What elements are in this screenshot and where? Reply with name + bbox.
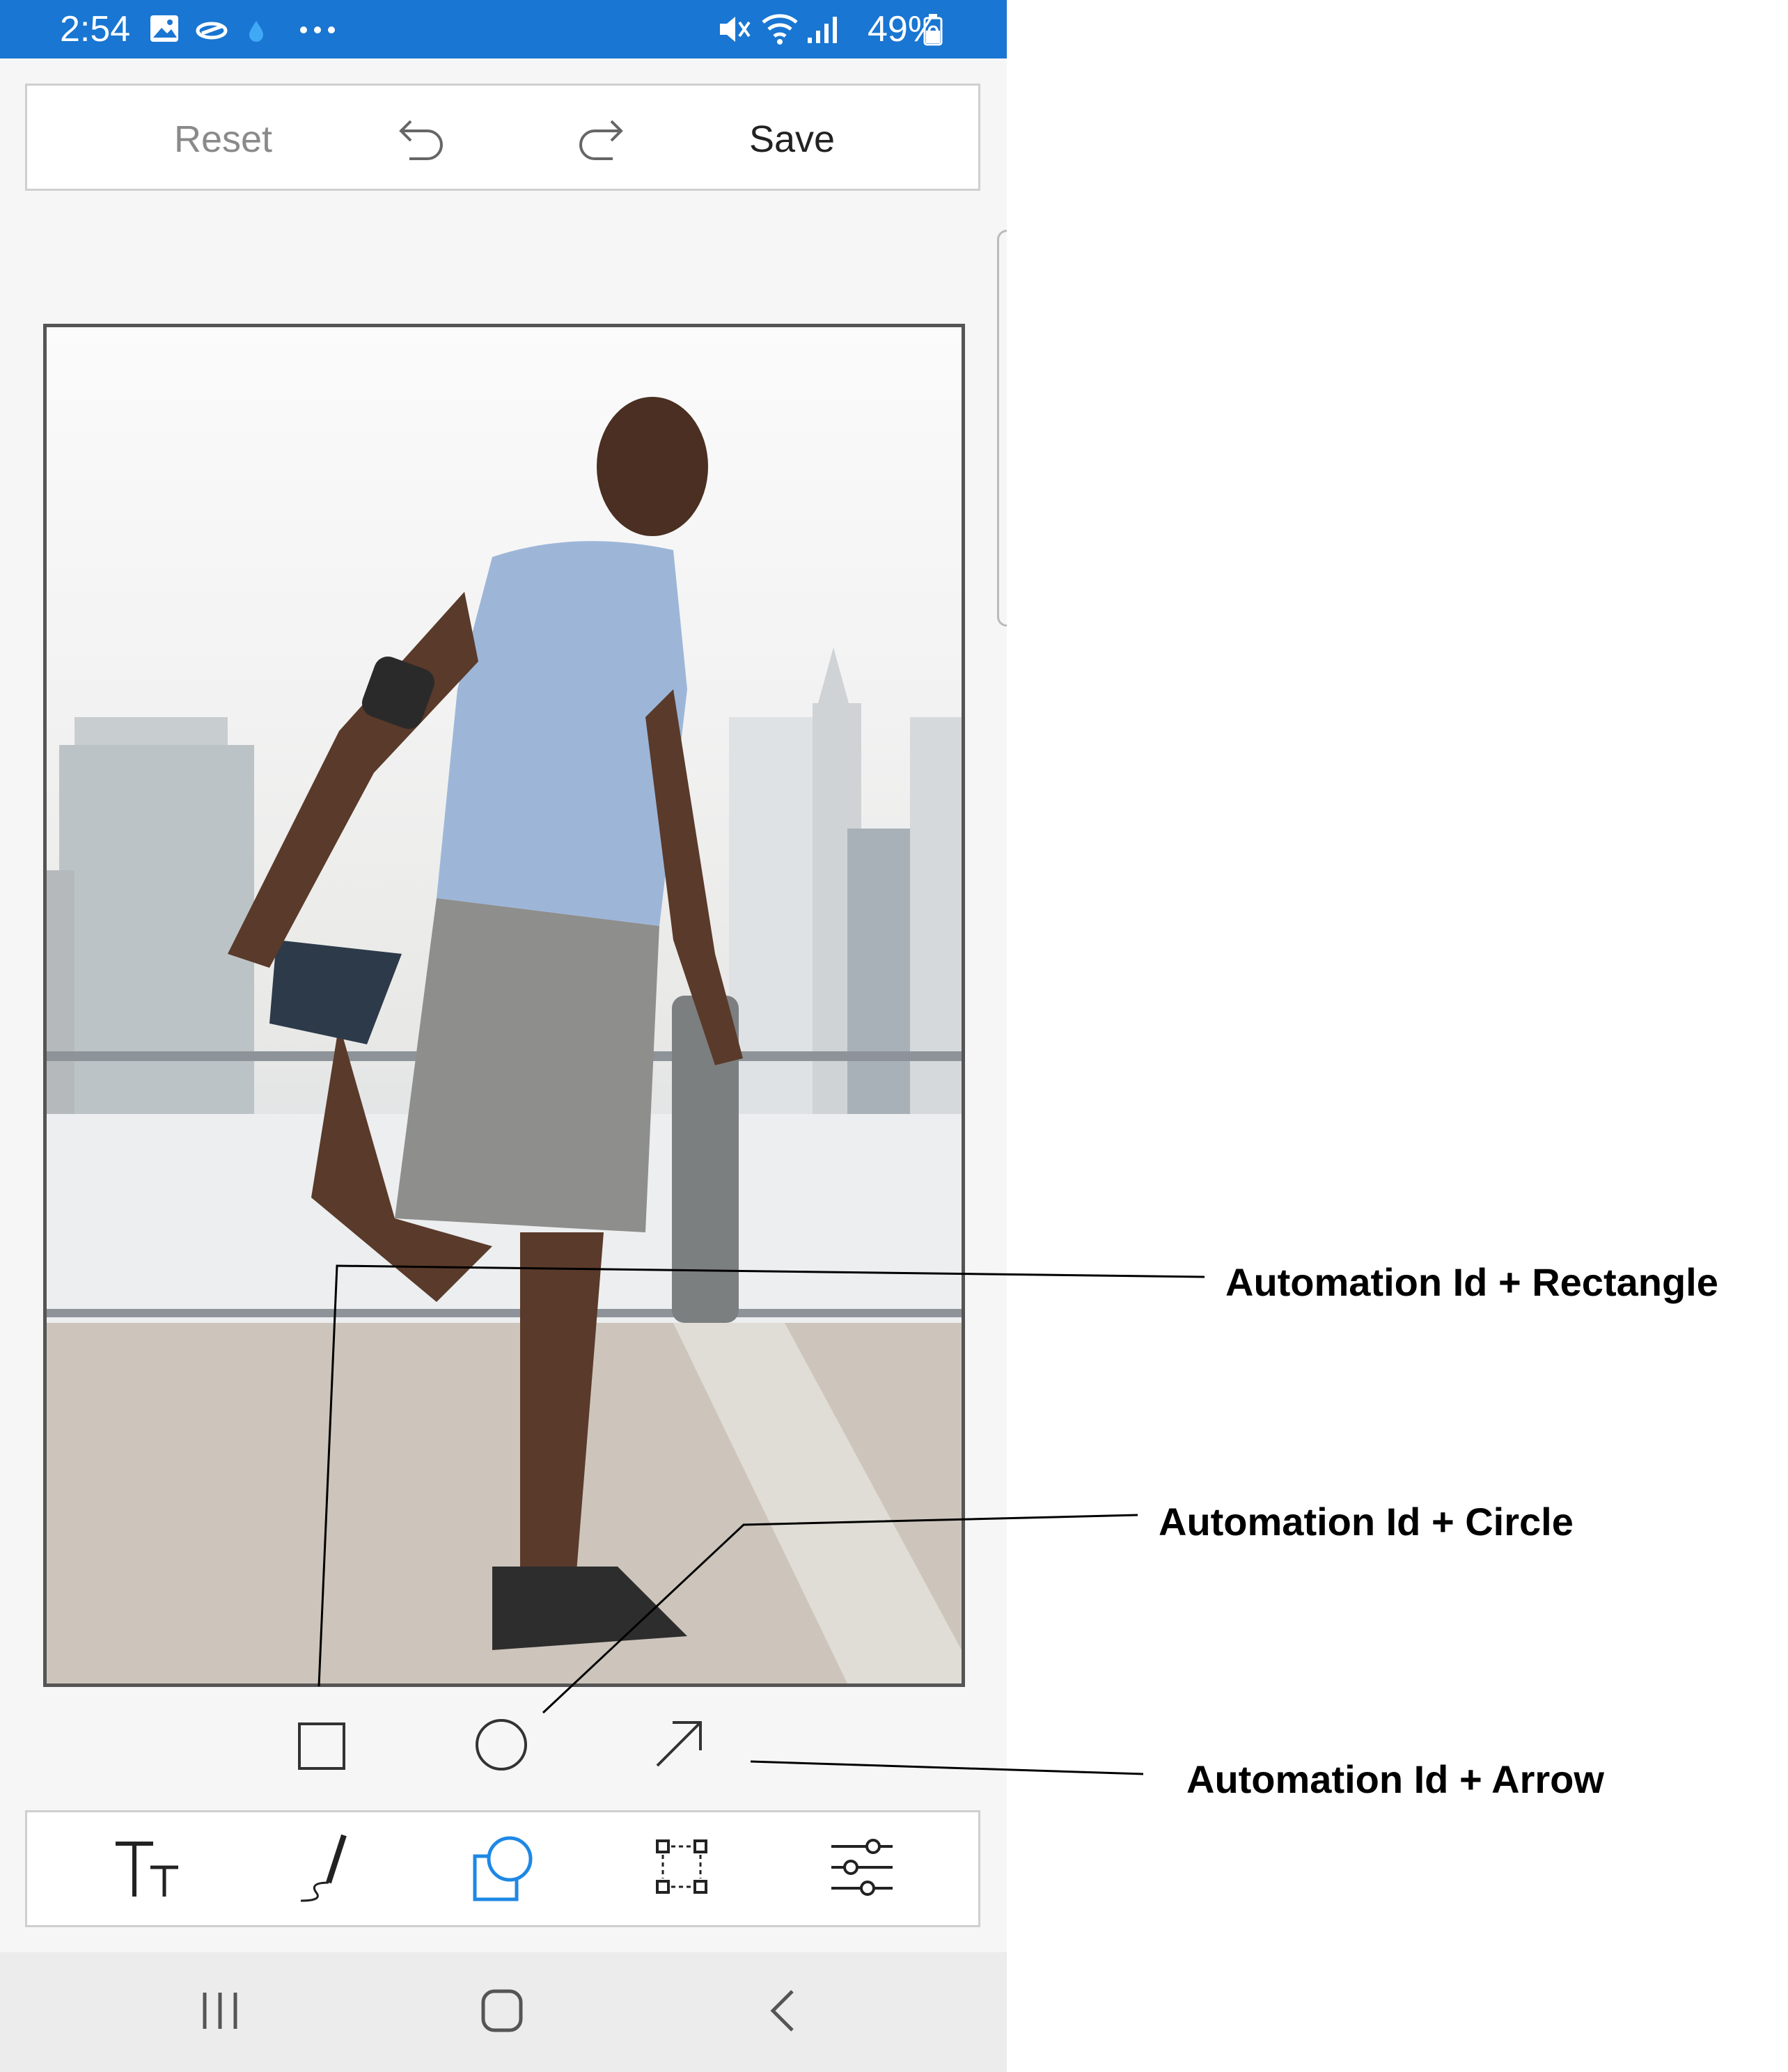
callout-circle: Automation Id + Circle xyxy=(1159,1500,1574,1544)
callout-rectangle: Automation Id + Rectangle xyxy=(1225,1260,1718,1304)
callout-arrow: Automation Id + Arrow xyxy=(1186,1757,1604,1801)
